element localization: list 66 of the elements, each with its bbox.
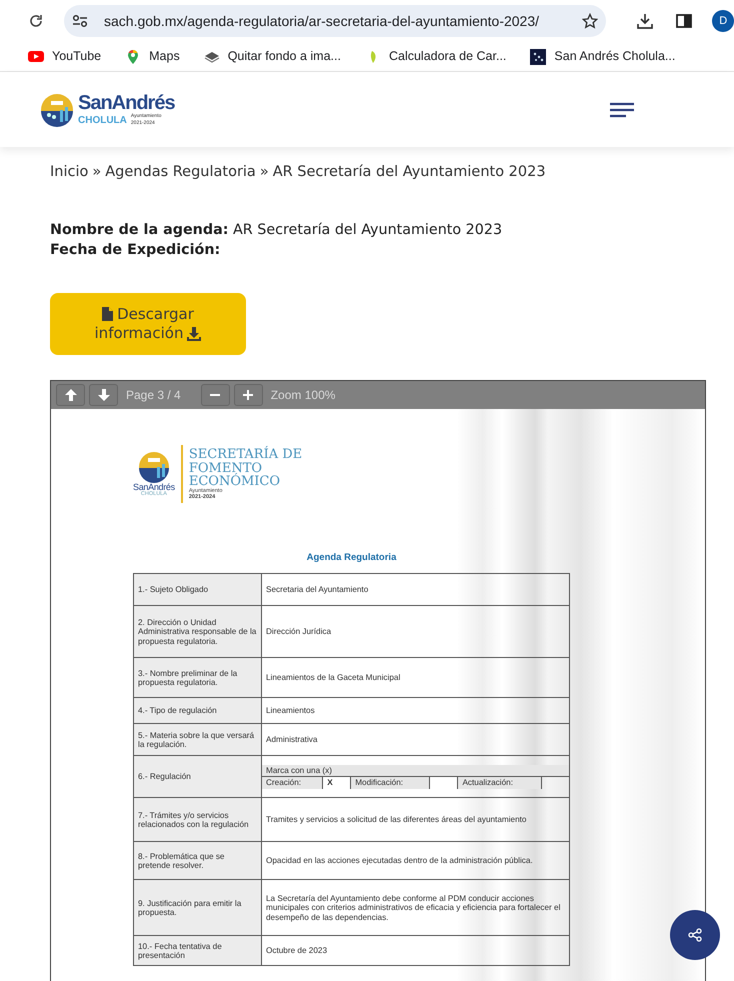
address-bar[interactable]: sach.gob.mx/agenda-regulatoria/ar-secretaria-del-ayuntamiento-2023/ [64, 5, 606, 37]
table-cell: Actualización: [458, 776, 541, 789]
bookmark-link[interactable]: Quitar fondo a ima... [204, 47, 341, 66]
table-cell: Dirección Jurídica [262, 606, 570, 658]
department-heading: SECRETARÍA DE FOMENTO ECONÓMICO [188, 448, 302, 488]
table-cell: 5.- Materia sobre la que versará la regulación. [134, 724, 262, 756]
logo-place-text: CHOLULA [78, 116, 127, 126]
menu-icon[interactable] [610, 100, 634, 118]
table-cell: Opacidad en las acciones ejecutadas dentro de la administración pública. [262, 842, 570, 880]
download-icon[interactable] [636, 12, 654, 30]
bookmark-link[interactable]: Maps [125, 47, 180, 66]
file-icon [102, 307, 114, 322]
next-page-button[interactable] [89, 384, 118, 406]
table-cell: 9. Justificación para emitir la propuesta. [134, 880, 262, 936]
table-cell: Lineamientos [262, 698, 570, 724]
reload-icon[interactable] [28, 13, 44, 29]
download-button[interactable]: Descargar información [50, 293, 246, 356]
info-line: Fecha de Expedición: [50, 241, 222, 260]
city-emblem-icon [40, 92, 74, 126]
city-emblem-icon [138, 450, 170, 483]
table-cell: Secretaria del Ayuntamiento [262, 574, 570, 606]
breadcrumb-current: AR Secretaría del Ayuntamiento 2023 [272, 163, 546, 182]
previous-page-button[interactable] [56, 384, 85, 406]
profile-avatar[interactable]: D [712, 10, 734, 32]
video-play-icon [28, 48, 44, 64]
table-cell: 7.- Trámites y/o servicios relacionados con la regulación [134, 798, 262, 842]
table-cell: Octubre de 2023 [262, 936, 570, 966]
info-line: Nombre de la agenda: AR Secretaría del Ayuntamiento 2023 [50, 220, 504, 240]
zoom-out-button[interactable] [200, 384, 230, 406]
site-icon [530, 48, 546, 64]
table-cell: Marca con una (x) [262, 765, 569, 777]
download-icon [187, 326, 202, 341]
table-cell: 2. Dirección o Unidad Administrativa responsable de la propuesta regulatoria. [134, 606, 262, 658]
bookmark-link[interactable]: YouTube [28, 47, 102, 66]
breadcrumb-link[interactable]: Inicio [50, 162, 88, 184]
breadcrumb-separator: » [260, 163, 269, 182]
site-info-icon[interactable] [72, 14, 88, 28]
logo-wordmark: SanAndrés [133, 482, 175, 492]
table-cell: Tramites y servicios a solicitud de las diferentes áreas del ayuntamiento [262, 798, 570, 842]
bookmark-link[interactable]: Calculadora de Car... [364, 47, 506, 66]
table-cell: 4.- Tipo de regulación [134, 698, 262, 724]
bookmark-link[interactable]: San Andrés Cholula... [530, 47, 676, 66]
page-indicator: Page 3 / 4 [126, 387, 181, 404]
side-panel-icon[interactable] [676, 13, 692, 29]
breadcrumb-separator: » [92, 163, 102, 182]
up-arrow-icon [64, 388, 78, 402]
star-icon[interactable] [582, 13, 598, 29]
zoom-in-button[interactable] [234, 384, 263, 406]
logo-wordmark: SanAndrés [78, 93, 175, 114]
table-cell: 3.- Nombre preliminar de la propuesta regulatoria. [134, 658, 262, 698]
table-cell: Lineamientos de la Gaceta Municipal [262, 658, 570, 698]
table-cell: Administrativa [262, 724, 570, 756]
down-arrow-icon [96, 388, 110, 402]
document-title: Agenda Regulatoria [306, 551, 398, 566]
table-cell: 10.- Fecha tentativa de presentación [134, 936, 262, 966]
zoom-level: Zoom 100% [270, 387, 336, 404]
share-icon [688, 928, 702, 942]
plus-icon [242, 389, 254, 402]
table-cell: La Secretaría del Ayuntamiento debe conforme al PDM conducir acciones municipales con criterios administrativos de eficacia y eficiencia para fortalecer el desempeño de las dependencias. [262, 880, 570, 936]
table-cell: 1.- Sujeto Obligado [134, 574, 262, 606]
table-cell: 8.- Problemática que se pretende resolver. [134, 842, 262, 880]
url-text: sach.gob.mx/agenda-regulatoria/ar-secretaria-del-ayuntamiento-2023/ [104, 12, 540, 31]
table-cell: Creación: [262, 776, 323, 789]
table-cell: 6.- Regulación [134, 756, 262, 798]
breadcrumb-link[interactable]: Agendas Regulatoria [105, 162, 256, 184]
table-cell: Modificación: [350, 776, 430, 789]
